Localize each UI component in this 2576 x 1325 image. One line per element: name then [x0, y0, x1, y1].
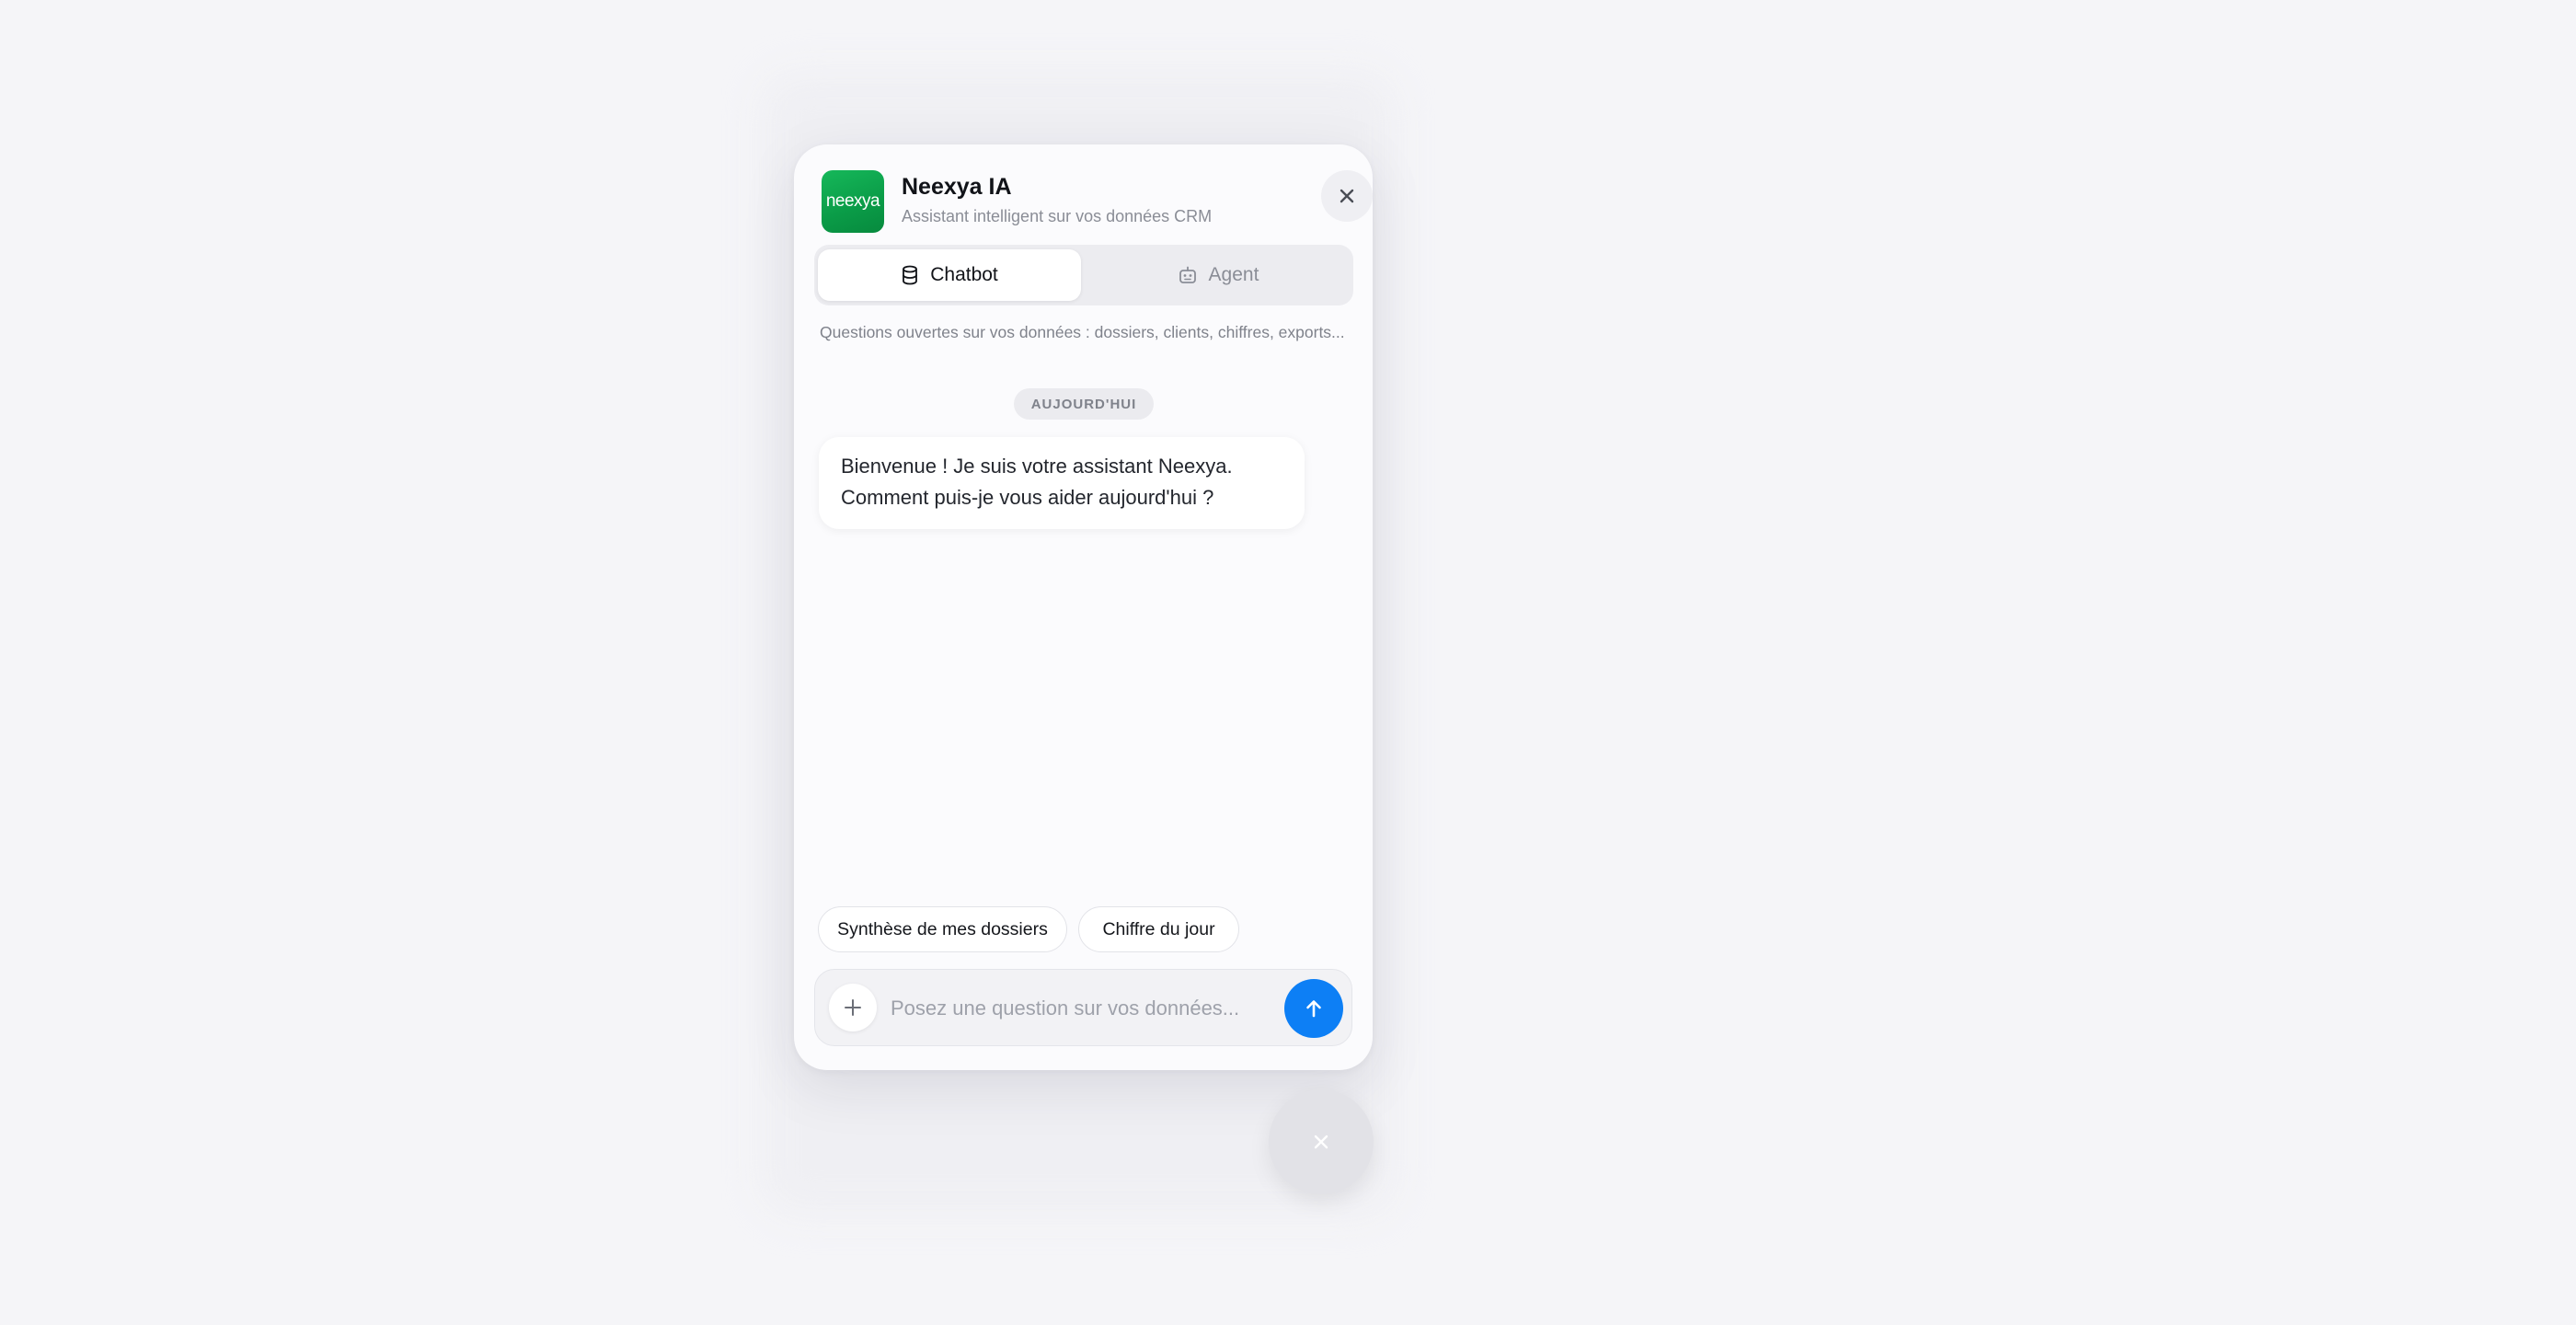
arrow-up-icon: [1306, 1000, 1321, 1018]
widget-header: neexya Neexya IA Assistant intelligent s…: [822, 170, 1373, 235]
mode-hint: Questions ouvertes sur vos données : dos…: [820, 323, 1345, 341]
message-input[interactable]: [889, 990, 1275, 1027]
chat-widget-panel: neexya Neexya IA Assistant intelligent s…: [794, 144, 1373, 1070]
mode-tabs: Chatbot Agent: [814, 245, 1353, 305]
attach-button[interactable]: [829, 984, 877, 1031]
suggestion-chip[interactable]: Synthèse de mes dossiers: [818, 906, 1067, 952]
toggle-chat-fab[interactable]: [1269, 1089, 1374, 1194]
close-icon: [1314, 1135, 1328, 1149]
send-button[interactable]: [1284, 979, 1343, 1038]
message-line: Bienvenue ! Je suis votre assistant Neex…: [841, 455, 1233, 478]
widget-title: Neexya IA: [902, 174, 1012, 200]
tab-agent-label: Agent: [1208, 264, 1259, 285]
tab-chatbot[interactable]: Chatbot: [818, 249, 1081, 301]
tab-agent[interactable]: Agent: [1087, 249, 1350, 301]
close-icon: [1340, 189, 1354, 203]
logo-text: neexya: [825, 191, 880, 211]
assistant-message: Bienvenue ! Je suis votre assistant Neex…: [819, 437, 1305, 529]
message-line: Comment puis-je vous aider aujourd'hui ?: [841, 486, 1214, 509]
neexya-logo: neexya: [822, 170, 884, 233]
close-button[interactable]: [1321, 170, 1373, 222]
date-separator: AUJOURD'HUI: [1014, 388, 1154, 420]
database-icon: [903, 265, 918, 285]
robot-icon: [1179, 266, 1196, 283]
widget-subtitle: Assistant intelligent sur vos données CR…: [902, 207, 1213, 225]
plus-icon: [845, 999, 861, 1016]
tab-chatbot-label: Chatbot: [930, 264, 998, 285]
message-composer: [814, 969, 1352, 1046]
suggestion-chip[interactable]: Chiffre du jour: [1078, 906, 1239, 952]
